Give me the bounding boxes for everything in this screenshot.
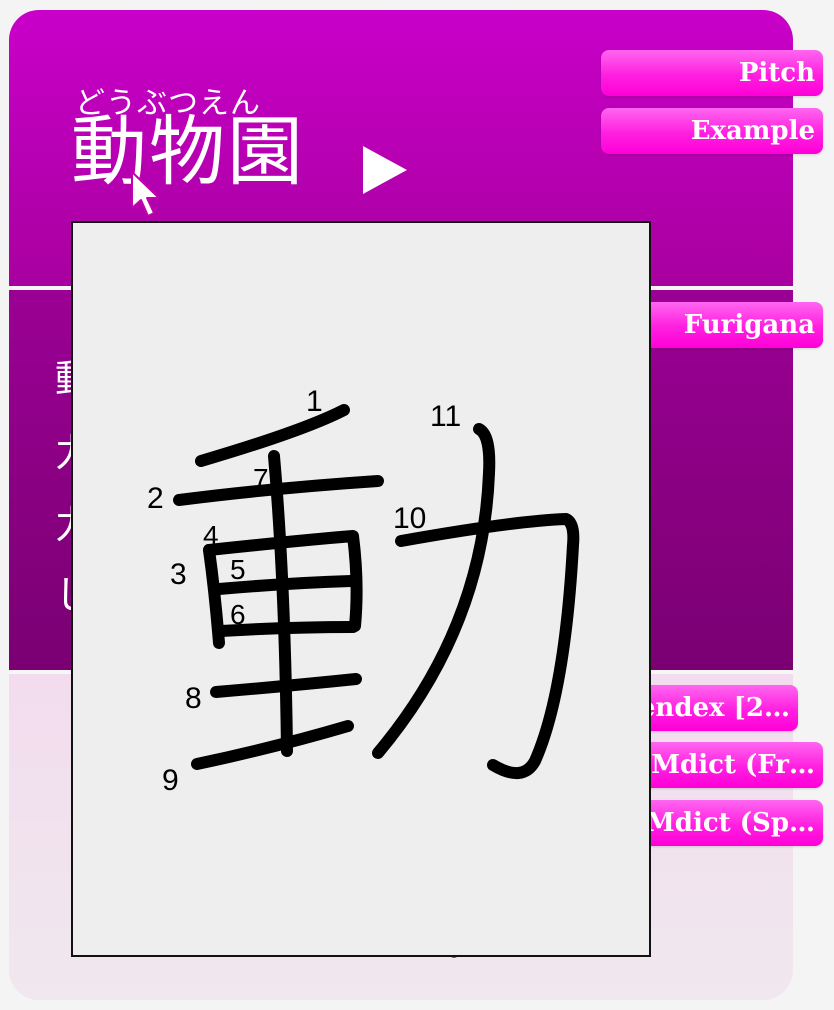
stroke-10 [395,513,580,779]
word-kanji[interactable]: 動物園 [71,114,305,190]
stroke-number: 8 [185,682,202,715]
stroke-number: 10 [393,502,426,535]
stroke-7 [268,450,293,757]
stroke-number: 2 [147,482,164,515]
stroke-number: 3 [170,558,187,591]
stroke-number: 6 [230,599,246,630]
stroke-11 [372,423,496,759]
stroke-8 [210,673,362,698]
stroke-9 [191,720,354,770]
mouse-cursor-icon [131,171,160,217]
stroke-number: 4 [203,520,219,551]
stroke-number: 11 [430,400,461,433]
stroke-order-popup[interactable]: 1 2 3 4 5 6 7 8 9 10 11 [71,221,651,957]
pitch-button[interactable]: Pitch [601,50,823,96]
play-icon[interactable] [363,146,407,194]
stroke-order-diagram: 1 2 3 4 5 6 7 8 9 10 11 [147,385,580,797]
stroke-number: 5 [230,554,246,585]
stroke-number: 1 [306,385,323,418]
example-button[interactable]: Example [601,108,823,154]
stroke-number: 7 [253,463,269,494]
stroke-number: 9 [162,764,179,797]
